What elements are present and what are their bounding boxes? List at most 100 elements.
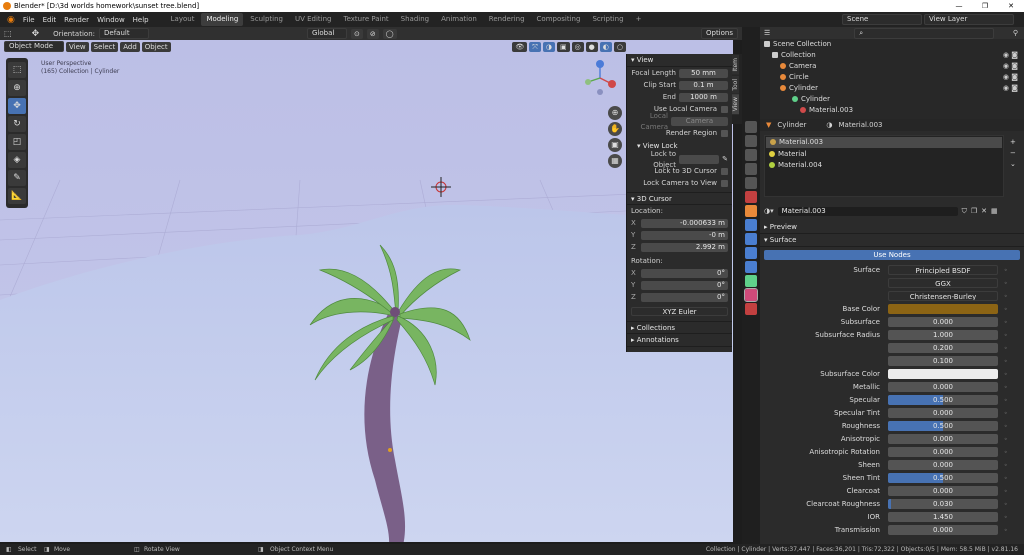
visibility-eye-icon[interactable]: ◉ ◙	[1003, 72, 1018, 83]
node-socket-icon[interactable]: ◦	[1004, 410, 1008, 417]
move-tool-icon[interactable]: ✥	[8, 98, 26, 114]
menu-window[interactable]: Window	[94, 16, 128, 24]
node-socket-icon[interactable]: ◦	[1004, 280, 1008, 287]
transform-gizmo-icon[interactable]: ✥	[32, 29, 40, 39]
pan-hand-icon[interactable]: ✋	[608, 122, 622, 136]
orientation-dropdown[interactable]: Default	[99, 28, 149, 39]
lock-to-3d-cursor-checkbox[interactable]	[721, 168, 728, 175]
local-camera-field[interactable]: Camera	[671, 117, 728, 126]
view-layer-selector[interactable]: View Layer	[924, 14, 1014, 25]
tab-item[interactable]: Item	[732, 55, 739, 75]
rotation-y-field[interactable]: 0°	[641, 281, 728, 290]
node-socket-icon[interactable]: ◦	[1004, 527, 1008, 534]
filter-icon[interactable]: ⚲	[1013, 29, 1018, 37]
object-properties-icon[interactable]	[745, 205, 757, 217]
node-socket-icon[interactable]: ◦	[1004, 332, 1008, 339]
node-socket-icon[interactable]: ◦	[1004, 358, 1008, 365]
workspace-tab-animation[interactable]: Animation	[436, 13, 482, 26]
object-data-icon[interactable]	[745, 275, 757, 287]
node-socket-icon[interactable]: ◦	[1004, 462, 1008, 469]
property-value-field[interactable]: Principled BSDF	[888, 265, 998, 275]
visibility-icon[interactable]: 👁	[512, 41, 528, 52]
maximize-button[interactable]: ❐	[972, 0, 998, 12]
property-value-field[interactable]: 0.500	[888, 473, 998, 483]
rotation-mode-dropdown[interactable]: XYZ Euler	[631, 307, 728, 316]
cursor-x-field[interactable]: -0.000633 m	[641, 219, 728, 228]
outliner-row[interactable]: Camera ◉ ◙	[760, 61, 1024, 72]
workspace-tab-compositing[interactable]: Compositing	[532, 13, 586, 26]
property-value-field[interactable]: 0.000	[888, 382, 998, 392]
node-socket-icon[interactable]: ◦	[1004, 267, 1008, 274]
collections-section-header[interactable]: ▸ Collections	[627, 321, 732, 334]
unlink-material-icon[interactable]: ✕	[981, 207, 987, 215]
view-section-header[interactable]: ▾ View	[627, 54, 732, 67]
tool-properties-icon[interactable]	[745, 121, 757, 133]
preview-section-header[interactable]: ▸ Preview	[760, 221, 1024, 234]
node-socket-icon[interactable]: ◦	[1004, 514, 1008, 521]
annotations-section-header[interactable]: ▸ Annotations	[627, 334, 732, 347]
property-value-field[interactable]: 0.200	[888, 343, 998, 353]
rotate-tool-icon[interactable]: ↻	[8, 116, 26, 132]
node-socket-icon[interactable]: ◦	[1004, 306, 1008, 313]
workspace-tab-uv-editing[interactable]: UV Editing	[290, 13, 337, 26]
cursor-y-field[interactable]: -0 m	[641, 231, 728, 240]
property-value-field[interactable]: 0.030	[888, 499, 998, 509]
outliner-row[interactable]: Material.003	[760, 105, 1024, 116]
add-slot-button[interactable]: +	[1010, 137, 1020, 148]
scene-properties-icon[interactable]	[745, 177, 757, 189]
visibility-eye-icon[interactable]: ◉ ◙	[1003, 83, 1018, 94]
outliner-row-scene-collection[interactable]: Scene Collection	[760, 39, 1024, 50]
visibility-eye-icon[interactable]: ◉ ◙	[1003, 61, 1018, 72]
shading-wireframe-icon[interactable]: ◎	[571, 41, 584, 52]
workspace-tab-scripting[interactable]: Scripting	[587, 13, 628, 26]
material-datablock-field[interactable]: Material.003	[777, 206, 958, 216]
add-menu[interactable]: Add	[120, 41, 140, 52]
pivot-point-icon[interactable]: ⊙	[351, 28, 363, 39]
material-browse-icon[interactable]: ◑▾	[764, 207, 774, 215]
add-workspace-button[interactable]: +	[631, 13, 647, 26]
menu-file[interactable]: File	[20, 16, 38, 24]
zoom-icon[interactable]: ⊕	[608, 106, 622, 120]
axis-gizmo[interactable]	[580, 58, 620, 98]
output-properties-icon[interactable]	[745, 149, 757, 161]
minimize-button[interactable]: —	[946, 0, 972, 12]
navigation-gizmo[interactable]: ⊕ ✋ ▣ ▦	[580, 58, 622, 168]
object-mode-dropdown[interactable]: Object Mode	[4, 41, 64, 52]
transform-tool-icon[interactable]: ◈	[8, 152, 26, 168]
xray-toggle-icon[interactable]: ▣	[556, 41, 570, 52]
node-socket-icon[interactable]: ◦	[1004, 293, 1008, 300]
rotation-x-field[interactable]: 0°	[641, 269, 728, 278]
use-nodes-button[interactable]: Use Nodes	[764, 250, 1020, 260]
duplicate-material-icon[interactable]: ❐	[971, 207, 977, 215]
3d-viewport[interactable]: Object Mode View Select Add Object 👁 ⤧ ◑…	[0, 40, 733, 542]
modifier-wrench-icon[interactable]	[745, 219, 757, 231]
measure-tool-icon[interactable]: 📐	[8, 188, 26, 204]
transform-orientation-dropdown[interactable]: Global	[307, 28, 347, 39]
physics-icon[interactable]	[745, 247, 757, 259]
property-value-field[interactable]	[888, 304, 998, 314]
select-box-tool-icon[interactable]: ⬚	[8, 62, 26, 78]
camera-view-icon[interactable]: ▣	[608, 138, 622, 152]
workspace-tab-layout[interactable]: Layout	[166, 13, 200, 26]
property-value-field[interactable]: 1.450	[888, 512, 998, 522]
scene-selector[interactable]: Scene	[842, 14, 922, 25]
tab-tool[interactable]: Tool	[732, 75, 739, 94]
material-slot[interactable]: Material	[765, 149, 1003, 160]
material-properties-icon[interactable]	[744, 288, 758, 302]
cursor-z-field[interactable]: 2.992 m	[641, 243, 728, 252]
browse-material-list-icon[interactable]: ▦	[991, 207, 998, 215]
property-value-field[interactable]: 0.500	[888, 421, 998, 431]
node-socket-icon[interactable]: ◦	[1004, 319, 1008, 326]
workspace-tab-modeling[interactable]: Modeling	[201, 13, 244, 26]
outliner-row[interactable]: Cylinder	[760, 94, 1024, 105]
render-properties-icon[interactable]	[745, 135, 757, 147]
property-value-field[interactable]: 1.000	[888, 330, 998, 340]
object-menu[interactable]: Object	[141, 41, 171, 52]
property-value-field[interactable]: 0.000	[888, 408, 998, 418]
clip-end-field[interactable]: 1000 m	[679, 93, 728, 102]
property-value-field[interactable]: 0.100	[888, 356, 998, 366]
node-socket-icon[interactable]: ◦	[1004, 423, 1008, 430]
workspace-tab-texture-paint[interactable]: Texture Paint	[339, 13, 394, 26]
property-value-field[interactable]: 0.000	[888, 486, 998, 496]
editor-type-icon[interactable]: ⬚	[4, 29, 12, 38]
